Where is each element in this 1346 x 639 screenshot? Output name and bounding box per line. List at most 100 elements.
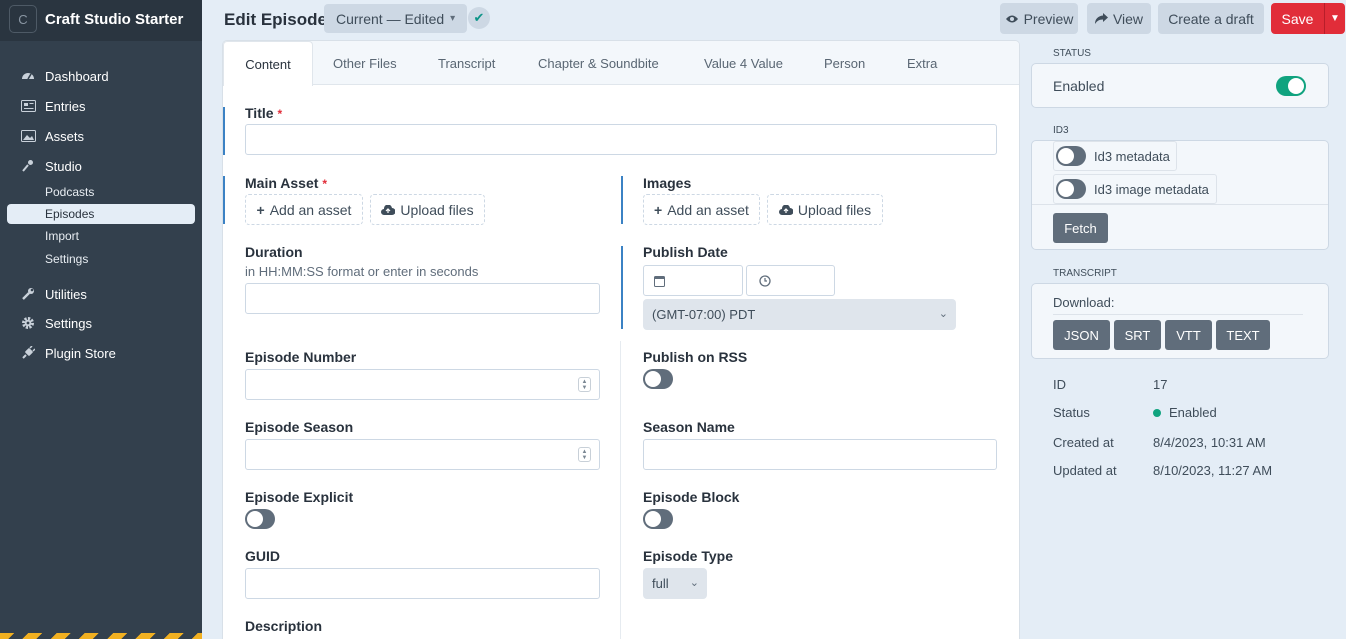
episode-block-label: Episode Block — [643, 489, 740, 505]
download-srt-button[interactable]: SRT — [1114, 320, 1161, 350]
page-title: Edit Episode — [224, 10, 327, 29]
status-heading: Status — [1053, 48, 1091, 59]
share-icon — [1094, 11, 1108, 27]
id3-image-metadata-toggle[interactable] — [1056, 179, 1086, 199]
create-draft-button[interactable]: Create a draft — [1158, 3, 1264, 34]
main-asset-add-button[interactable]: + Add an asset — [245, 194, 363, 225]
chevron-down-icon: ⌄ — [938, 308, 948, 320]
id3-metadata-row[interactable]: Id3 metadata — [1053, 141, 1177, 171]
nav-plugin-store[interactable]: Plugin Store — [20, 343, 116, 363]
meta-id-value: 17 — [1153, 377, 1168, 392]
duration-input[interactable] — [245, 283, 600, 314]
nav-studio-settings[interactable]: Settings — [45, 250, 88, 268]
changed-field-marker — [621, 246, 623, 329]
eye-icon — [1005, 11, 1019, 27]
publish-date-date-input[interactable] — [643, 265, 743, 296]
nav-studio-podcasts[interactable]: Podcasts — [45, 183, 94, 201]
nav-entries-label: Entries — [45, 98, 86, 114]
episode-season-input[interactable]: ▲ ▼ — [245, 439, 600, 470]
nav-utilities[interactable]: Utilities — [20, 284, 87, 304]
add-asset-label: Add an asset — [667, 201, 749, 218]
episode-block-toggle[interactable] — [643, 509, 673, 529]
nav-studio-episodes[interactable]: Episodes — [45, 205, 94, 223]
site-name[interactable]: Craft Studio Starter — [45, 11, 183, 28]
tab-bar: Content Other Files Transcript Chapter &… — [223, 41, 1019, 86]
tab-extra[interactable]: Extra — [907, 41, 937, 85]
tab-transcript[interactable]: Transcript — [438, 41, 495, 85]
transcript-heading: Transcript — [1053, 268, 1117, 279]
view-button[interactable]: View — [1087, 3, 1151, 34]
publish-date-time-input[interactable] — [746, 265, 835, 296]
images-add-button[interactable]: + Add an asset — [643, 194, 760, 225]
episode-type-value: full — [652, 576, 669, 591]
nav-dashboard-label: Dashboard — [45, 68, 109, 84]
add-asset-label: Add an asset — [269, 201, 352, 218]
nav-studio-label: Studio — [45, 158, 82, 174]
id3-heading: ID3 — [1053, 125, 1069, 136]
revision-label: Current — Edited — [336, 10, 445, 27]
description-label: Description — [245, 618, 323, 634]
id3-image-metadata-row[interactable]: Id3 image metadata — [1053, 174, 1217, 204]
status-pane: Enabled — [1031, 63, 1329, 108]
nav-dashboard[interactable]: Dashboard — [20, 66, 109, 86]
download-vtt-button[interactable]: VTT — [1165, 320, 1212, 350]
tab-value-4-value[interactable]: Value 4 Value — [704, 41, 783, 85]
download-text-button[interactable]: TEXT — [1216, 320, 1270, 350]
season-name-input[interactable] — [643, 439, 997, 470]
tab-person[interactable]: Person — [824, 41, 865, 85]
number-stepper-icon[interactable]: ▲ ▼ — [578, 447, 591, 462]
chevron-down-icon: ⌄ — [689, 577, 699, 589]
tab-content[interactable]: Content — [223, 41, 313, 86]
episode-season-label: Episode Season — [245, 419, 354, 435]
tab-chapter-soundbite[interactable]: Chapter & Soundbite — [538, 41, 659, 85]
nav-plugin-store-label: Plugin Store — [45, 345, 116, 361]
id3-metadata-toggle[interactable] — [1056, 146, 1086, 166]
title-input[interactable] — [245, 124, 997, 155]
enabled-toggle[interactable] — [1276, 76, 1306, 96]
view-label: View — [1112, 10, 1144, 27]
guid-input[interactable] — [245, 568, 600, 599]
season-name-label: Season Name — [643, 419, 735, 435]
meta-id-label: ID — [1053, 377, 1066, 392]
preview-button[interactable]: Preview — [1000, 3, 1078, 34]
site-header: C Craft Studio Starter — [0, 0, 202, 41]
nav-settings[interactable]: Settings — [20, 313, 92, 333]
episode-explicit-label: Episode Explicit — [245, 489, 354, 505]
revision-menu[interactable]: Current — Edited ▾ — [324, 4, 468, 33]
meta-status-value: Enabled — [1153, 405, 1217, 420]
nav-studio-import[interactable]: Import — [45, 227, 79, 245]
episode-number-input[interactable]: ▲ ▼ — [245, 369, 600, 400]
nav-active-highlight — [7, 204, 195, 224]
saved-check-icon: ✔ — [468, 7, 490, 29]
meta-created-label: Created at — [1053, 435, 1114, 450]
upload-files-label: Upload files — [400, 201, 474, 218]
plug-icon — [20, 346, 36, 360]
meta-status-label: Status — [1053, 405, 1090, 420]
nav-studio[interactable]: Studio — [20, 156, 82, 176]
meta-created-value: 8/4/2023, 10:31 AM — [1153, 435, 1266, 450]
timezone-select[interactable]: (GMT-07:00) PDT ⌄ — [643, 299, 956, 330]
publish-on-rss-label: Publish on RSS — [643, 349, 748, 365]
episode-type-select[interactable]: full ⌄ — [643, 568, 707, 599]
episode-explicit-toggle[interactable] — [245, 509, 275, 529]
meta-updated-value: 8/10/2023, 11:27 AM — [1153, 463, 1273, 478]
images-upload-button[interactable]: Upload files — [767, 194, 883, 225]
changed-field-marker — [223, 107, 225, 155]
publish-on-rss-toggle[interactable] — [643, 369, 673, 389]
nav-utilities-label: Utilities — [45, 286, 87, 302]
tab-other-files[interactable]: Other Files — [333, 41, 397, 85]
main-asset-upload-button[interactable]: Upload files — [370, 194, 485, 225]
save-menu-button[interactable]: ▼ — [1324, 3, 1345, 34]
episode-type-label: Episode Type — [643, 548, 733, 564]
download-json-button[interactable]: JSON — [1053, 320, 1110, 350]
save-button[interactable]: Save — [1271, 3, 1324, 34]
site-logo[interactable]: C — [9, 5, 37, 33]
guid-label: GUID — [245, 548, 280, 564]
chevron-down-icon: ▾ — [450, 13, 456, 24]
nav-entries[interactable]: Entries — [20, 96, 85, 116]
number-stepper-icon[interactable]: ▲ ▼ — [578, 377, 591, 392]
fetch-button[interactable]: Fetch — [1053, 213, 1108, 243]
calendar-icon — [654, 274, 665, 290]
nav-assets[interactable]: Assets — [20, 126, 84, 146]
preview-label: Preview — [1023, 10, 1074, 27]
